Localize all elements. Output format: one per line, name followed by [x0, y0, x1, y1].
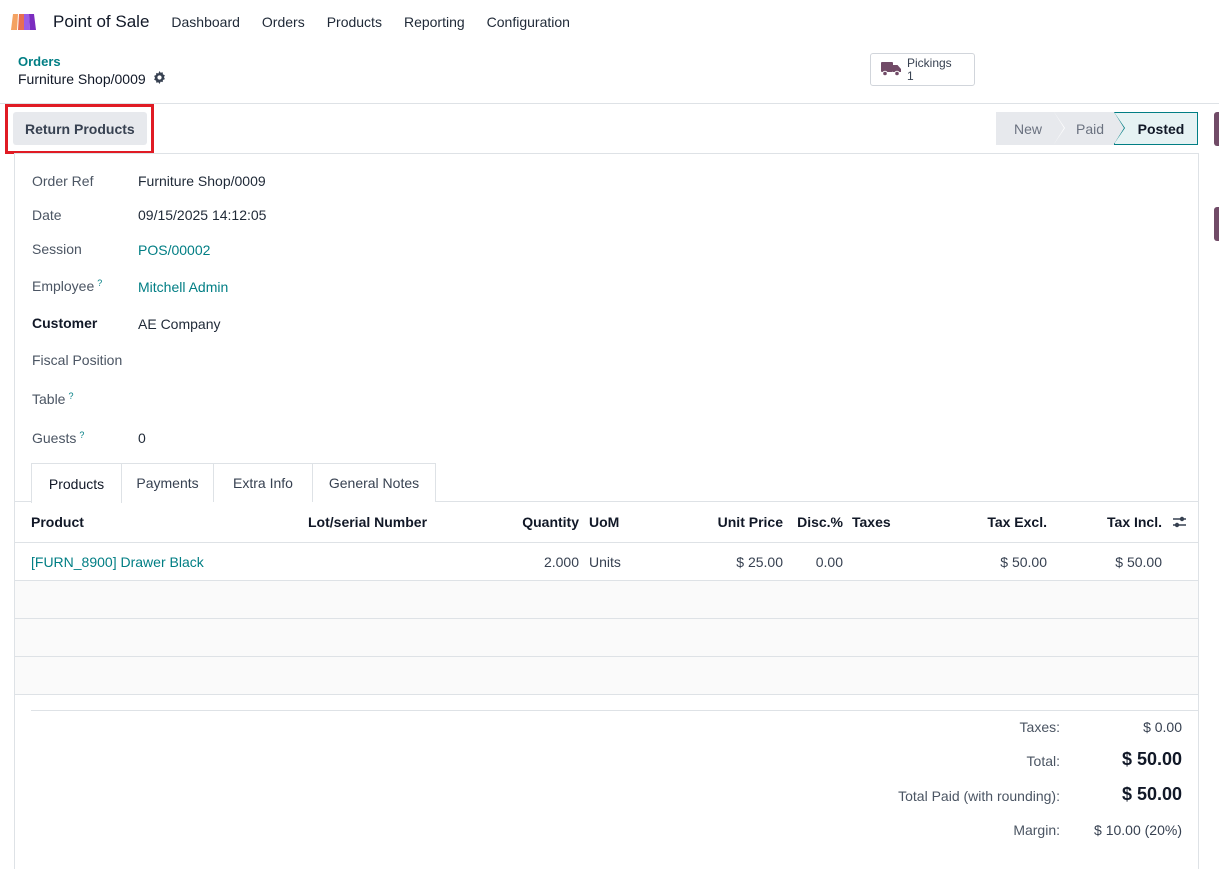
gear-icon[interactable] — [153, 71, 166, 87]
menu-orders[interactable]: Orders — [262, 14, 305, 30]
col-tax-incl[interactable]: Tax Incl. — [1107, 514, 1162, 530]
total-paid-value: $ 50.00 — [1121, 784, 1182, 804]
margin-label: Margin: — [1013, 822, 1060, 838]
guests-value: 0 — [138, 430, 146, 446]
taxes-value: $ 0.00 — [1143, 719, 1182, 735]
pickings-label: Pickings — [907, 55, 952, 70]
line-product[interactable]: [FURN_8900] Drawer Black — [31, 554, 204, 570]
form-sheet: Order Ref Furniture Shop/0009 Date 09/15… — [14, 153, 1199, 869]
app-name[interactable]: Point of Sale — [53, 12, 149, 32]
empty-row — [15, 581, 1198, 619]
col-unit-price[interactable]: Unit Price — [718, 514, 783, 530]
stage-paid-label: Paid — [1075, 120, 1105, 137]
employee-link[interactable]: Mitchell Admin — [138, 279, 228, 295]
col-product[interactable]: Product — [31, 514, 84, 530]
col-taxes[interactable]: Taxes — [852, 514, 891, 530]
pos-app-icon[interactable] — [10, 13, 36, 31]
total-label: Total: — [1026, 753, 1060, 769]
total-paid-label: Total Paid (with rounding): — [898, 788, 1060, 804]
line-tax-incl: $ 50.00 — [1115, 554, 1162, 570]
breadcrumb-orders[interactable]: Orders — [18, 54, 61, 69]
margin-value: $ 10.00 (20%) — [1094, 822, 1182, 838]
stage-new-label: New — [1013, 120, 1042, 137]
col-tax-excl[interactable]: Tax Excl. — [987, 514, 1047, 530]
stage-new[interactable]: New — [996, 112, 1065, 145]
customer-label: Customer — [32, 315, 98, 331]
totals-divider — [31, 710, 1198, 711]
breadcrumb-current: Furniture Shop/0009 — [18, 71, 166, 87]
fiscal-position-label: Fiscal Position — [32, 352, 123, 368]
tab-products[interactable]: Products — [31, 463, 122, 503]
side-edge-marker — [1214, 207, 1219, 241]
col-disc[interactable]: Disc.% — [797, 514, 843, 530]
tab-payments[interactable]: Payments — [121, 463, 214, 502]
menu-dashboard[interactable]: Dashboard — [171, 14, 240, 30]
table-label: Table? — [32, 391, 74, 407]
top-navbar: Point of Sale Dashboard Orders Products … — [0, 0, 1219, 44]
order-ref-label: Order Ref — [32, 173, 94, 189]
help-tooltip-icon[interactable]: ? — [68, 391, 73, 401]
line-disc: 0.00 — [815, 554, 843, 570]
menu-products[interactable]: Products — [327, 14, 382, 30]
truck-icon — [881, 61, 901, 79]
help-tooltip-icon[interactable]: ? — [97, 278, 102, 288]
help-tooltip-icon[interactable]: ? — [79, 430, 84, 440]
notebook-tabs: Products Payments Extra Info General Not… — [15, 463, 1198, 503]
tab-general-notes[interactable]: General Notes — [312, 463, 436, 502]
line-quantity: 2.000 — [543, 554, 579, 570]
tab-extra-info[interactable]: Extra Info — [213, 463, 313, 502]
line-tax-excl: $ 50.00 — [1000, 554, 1047, 570]
menu-reporting[interactable]: Reporting — [404, 14, 465, 30]
highlight-annotation — [5, 104, 154, 154]
col-lot[interactable]: Lot/serial Number — [308, 514, 427, 530]
empty-row — [15, 657, 1198, 695]
col-quantity[interactable]: Quantity — [522, 514, 579, 530]
date-value: 09/15/2025 14:12:05 — [138, 207, 267, 223]
taxes-label: Taxes: — [1019, 719, 1060, 735]
employee-label: Employee? — [32, 278, 103, 294]
col-uom[interactable]: UoM — [589, 514, 619, 530]
session-link[interactable]: POS/00002 — [138, 242, 210, 258]
total-value: $ 50.00 — [1121, 749, 1182, 769]
statusbar-row: Return Products New Paid Posted — [0, 104, 1219, 154]
guests-label: Guests? — [32, 430, 85, 446]
side-edge-marker — [1214, 112, 1219, 146]
stage-posted[interactable]: Posted — [1114, 112, 1198, 145]
line-uom: Units — [589, 554, 621, 570]
stage-posted-label: Posted — [1137, 120, 1185, 137]
line-unit-price: $ 25.00 — [736, 554, 783, 570]
order-lines-header: Product Lot/serial Number Quantity UoM U… — [15, 502, 1198, 543]
record-title: Furniture Shop/0009 — [18, 71, 146, 87]
control-panel: Orders Furniture Shop/0009 Pickings 1 — [0, 44, 1219, 104]
empty-row — [15, 619, 1198, 657]
pickings-count: 1 — [907, 68, 914, 83]
session-label: Session — [32, 241, 82, 257]
pickings-smart-button[interactable]: Pickings 1 — [870, 53, 975, 86]
menu-configuration[interactable]: Configuration — [487, 14, 570, 30]
optional-columns-icon[interactable] — [1172, 515, 1187, 532]
order-ref-value: Furniture Shop/0009 — [138, 173, 266, 189]
date-label: Date — [32, 207, 62, 223]
customer-value: AE Company — [138, 316, 221, 332]
table-row[interactable]: [FURN_8900] Drawer Black 2.000 Units $ 2… — [15, 543, 1198, 581]
status-stages: New Paid Posted — [996, 112, 1198, 145]
